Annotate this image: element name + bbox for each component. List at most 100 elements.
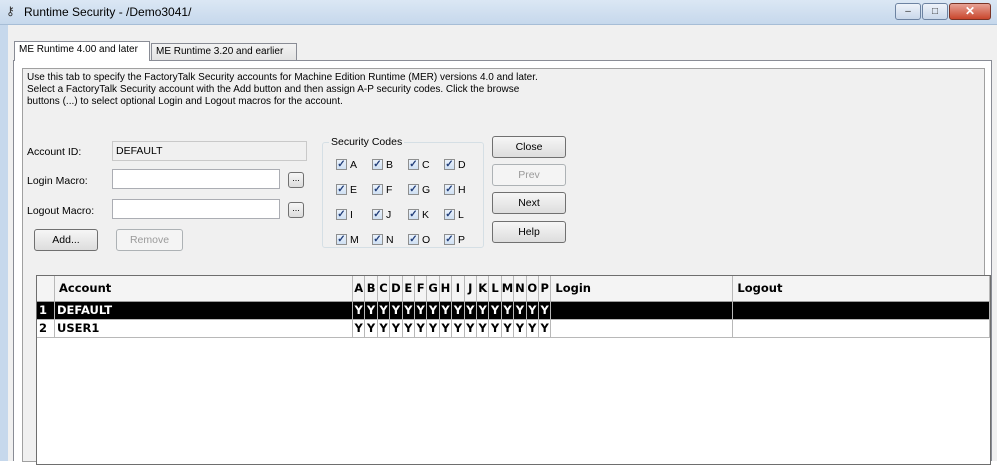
checkbox-check-icon: ✓ (336, 209, 347, 220)
security-code-checkbox-c[interactable]: ✓ C (408, 159, 430, 171)
column-header-code-o[interactable]: O (526, 276, 539, 302)
code-cell[interactable]: Y (539, 302, 552, 320)
column-header-code-d[interactable]: D (390, 276, 403, 302)
column-header-code-a[interactable]: A (353, 276, 366, 302)
column-header-code-f[interactable]: F (415, 276, 428, 302)
column-header-code-k[interactable]: K (477, 276, 490, 302)
code-cell[interactable]: Y (477, 302, 490, 320)
security-code-label: N (386, 234, 394, 246)
code-cell[interactable]: Y (489, 320, 502, 338)
login-cell[interactable] (551, 302, 734, 320)
column-header-code-j[interactable]: J (464, 276, 477, 302)
code-cell[interactable]: Y (464, 320, 477, 338)
security-code-checkbox-d[interactable]: ✓ D (444, 159, 466, 171)
column-header-code-i[interactable]: I (452, 276, 465, 302)
window-frame-edge (0, 25, 8, 461)
logout-macro-field[interactable] (112, 199, 280, 219)
security-code-checkbox-l[interactable]: ✓ L (444, 209, 464, 221)
security-code-checkbox-m[interactable]: ✓ M (336, 234, 359, 246)
column-header-code-m[interactable]: M (501, 276, 515, 302)
tab-me-runtime-3[interactable]: ME Runtime 3.20 and earlier (151, 43, 297, 60)
column-header-code-h[interactable]: H (439, 276, 453, 302)
code-cell[interactable]: Y (477, 320, 490, 338)
security-codes-title: Security Codes (329, 136, 405, 148)
logout-cell[interactable] (733, 302, 990, 320)
remove-button[interactable]: Remove (116, 229, 183, 251)
account-id-field: DEFAULT (112, 141, 307, 161)
close-button[interactable]: Close (492, 136, 566, 158)
code-cell[interactable]: Y (377, 320, 391, 338)
close-window-button[interactable]: ✕ (949, 3, 991, 20)
code-cell[interactable]: Y (501, 320, 515, 338)
minimize-button[interactable]: – (895, 3, 921, 20)
security-code-checkbox-g[interactable]: ✓ G (408, 184, 430, 196)
code-cell[interactable]: Y (501, 302, 515, 320)
security-code-checkbox-a[interactable]: ✓ A (336, 159, 357, 171)
maximize-button[interactable]: □ (922, 3, 948, 20)
code-cell[interactable]: Y (526, 320, 539, 338)
column-header-code-l[interactable]: L (489, 276, 502, 302)
security-code-checkbox-i[interactable]: ✓ I (336, 209, 353, 221)
column-header-code-g[interactable]: G (427, 276, 440, 302)
help-button[interactable]: Help (492, 221, 566, 243)
code-cell[interactable]: Y (377, 302, 391, 320)
code-cell[interactable]: Y (402, 320, 415, 338)
code-cell[interactable]: Y (353, 302, 366, 320)
column-header-code-e[interactable]: E (402, 276, 415, 302)
account-cell[interactable]: DEFAULT (55, 302, 353, 320)
code-cell[interactable]: Y (427, 302, 440, 320)
code-cell[interactable]: Y (539, 320, 552, 338)
code-cell[interactable]: Y (439, 302, 453, 320)
login-macro-browse-button[interactable]: ... (288, 172, 304, 188)
code-cell[interactable]: Y (514, 302, 527, 320)
code-cell[interactable]: Y (452, 320, 465, 338)
column-header-code-p[interactable]: P (539, 276, 552, 302)
title-bar[interactable]: ⚷ Runtime Security - /Demo3041/ – □ ✕ (0, 0, 997, 25)
login-cell[interactable] (551, 320, 734, 338)
code-cell[interactable]: Y (353, 320, 366, 338)
security-code-checkbox-f[interactable]: ✓ F (372, 184, 392, 196)
security-code-checkbox-n[interactable]: ✓ N (372, 234, 394, 246)
code-cell[interactable]: Y (464, 302, 477, 320)
security-code-checkbox-p[interactable]: ✓ P (444, 234, 465, 246)
next-button[interactable]: Next (492, 192, 566, 214)
code-cell[interactable]: Y (439, 320, 453, 338)
security-code-checkbox-h[interactable]: ✓ H (444, 184, 466, 196)
tab-me-runtime-4[interactable]: ME Runtime 4.00 and later (14, 41, 150, 61)
code-cell[interactable]: Y (514, 320, 527, 338)
code-cell[interactable]: Y (415, 302, 428, 320)
add-button[interactable]: Add... (34, 229, 98, 251)
security-code-checkbox-k[interactable]: ✓ K (408, 209, 429, 221)
code-cell[interactable]: Y (415, 320, 428, 338)
logout-cell[interactable] (733, 320, 990, 338)
close-icon: ✕ (964, 4, 976, 18)
column-header-account[interactable]: Account (55, 276, 353, 302)
code-cell[interactable]: Y (402, 302, 415, 320)
code-cell[interactable]: Y (427, 320, 440, 338)
column-header-login[interactable]: Login (551, 276, 734, 302)
login-macro-field[interactable] (112, 169, 280, 189)
instructions-line: Select a FactoryTalk Security account wi… (27, 84, 520, 95)
column-header-logout[interactable]: Logout (733, 276, 990, 302)
security-code-checkbox-b[interactable]: ✓ B (372, 159, 393, 171)
column-header-code-b[interactable]: B (365, 276, 378, 302)
code-cell[interactable]: Y (390, 302, 403, 320)
code-cell[interactable]: Y (365, 320, 378, 338)
checkbox-check-icon: ✓ (444, 234, 455, 245)
code-cell[interactable]: Y (390, 320, 403, 338)
security-code-checkbox-e[interactable]: ✓ E (336, 184, 357, 196)
checkbox-check-icon: ✓ (444, 159, 455, 170)
account-cell[interactable]: USER1 (55, 320, 353, 338)
code-cell[interactable]: Y (489, 302, 502, 320)
security-code-label: G (422, 184, 431, 196)
prev-button[interactable]: Prev (492, 164, 566, 186)
code-cell[interactable]: Y (452, 302, 465, 320)
security-code-label: D (458, 159, 466, 171)
security-code-checkbox-j[interactable]: ✓ J (372, 209, 391, 221)
code-cell[interactable]: Y (365, 302, 378, 320)
column-header-code-n[interactable]: N (514, 276, 527, 302)
security-code-checkbox-o[interactable]: ✓ O (408, 234, 430, 246)
code-cell[interactable]: Y (526, 302, 539, 320)
column-header-code-c[interactable]: C (377, 276, 391, 302)
logout-macro-browse-button[interactable]: ... (288, 202, 304, 218)
